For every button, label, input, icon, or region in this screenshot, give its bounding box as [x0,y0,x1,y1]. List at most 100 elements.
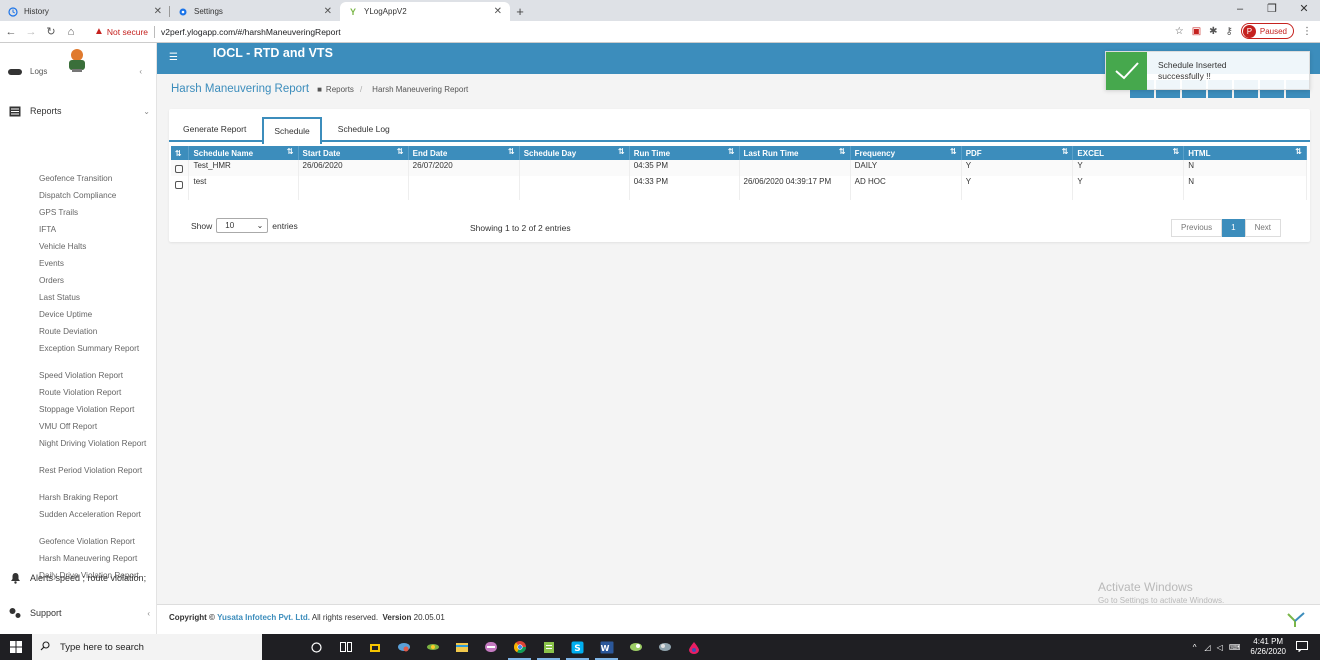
column-header-start-date[interactable]: Start Date ⇅ [298,146,409,160]
column-header-last-run-time[interactable]: Last Run Time ⇅ [739,146,851,160]
profile-button[interactable]: P Paused [1240,23,1294,39]
sidebar-item-night-driving[interactable]: Night Driving Violation Report [39,439,155,466]
sidebar-item-orders[interactable]: Orders [39,276,155,293]
star-icon[interactable]: ☆ [1175,26,1184,37]
sidebar-item-geofence-violation[interactable]: Geofence Violation Report [39,537,155,554]
store-icon[interactable] [360,634,389,660]
taskbar-clock[interactable]: 4:41 PM 6/26/2020 [1250,637,1286,657]
table-row[interactable]: test 04:33 PM 26/06/2020 04:39:17 PM AD … [171,176,1307,200]
url-text[interactable]: v2perf.ylogapp.com/#/harshManeuveringRep… [161,27,341,37]
sort-icon: ⇅ [286,147,294,156]
app-icon-5[interactable] [650,634,679,660]
table-row[interactable]: Test_HMR 26/06/2020 26/07/2020 04:35 PM … [171,160,1307,176]
chevron-down-icon: ⌄ [256,221,264,230]
sidebar-item-harsh-braking[interactable]: Harsh Braking Report [39,493,155,510]
sidebar-item-sudden-acceleration[interactable]: Sudden Acceleration Report [39,510,155,537]
breadcrumb-reports[interactable]: Reports [326,85,354,94]
back-icon[interactable]: ← [2,26,20,38]
sidebar-item-stoppage-violation[interactable]: Stoppage Violation Report [39,405,155,422]
new-tab-button[interactable]: + [510,2,530,21]
checkmark-icon [1106,52,1147,90]
menu-dots-icon[interactable]: ⋮ [1302,26,1312,37]
notepad-icon[interactable] [534,634,563,660]
puzzle-icon[interactable]: ✱ [1209,26,1217,37]
taskbar-search-input[interactable]: Type here to search [32,634,262,660]
cortana-icon[interactable] [302,634,331,660]
sidebar-item-gps-trails[interactable]: GPS Trails [39,208,155,225]
app-icon-1[interactable] [389,634,418,660]
windows-start-icon[interactable] [0,634,32,660]
browser-tab-ylogapp[interactable]: Y YLogAppV2 ✕ [340,2,510,21]
column-header-frequency[interactable]: Frequency ⇅ [850,146,962,160]
restore-icon[interactable]: ❐ [1256,0,1288,21]
close-icon[interactable]: ✕ [324,6,332,17]
app-icon-2[interactable] [418,634,447,660]
page-button-current[interactable]: 1 [1222,219,1245,237]
sidebar-item-rest-period[interactable]: Rest Period Violation Report [39,466,155,493]
skype-icon[interactable]: S [563,634,592,660]
sidebar-item-reports[interactable]: Reports ⌄ [8,105,150,117]
extension-icon[interactable]: ▣ [1192,26,1201,37]
browser-tab-settings[interactable]: Settings ✕ [170,2,340,21]
volume-icon[interactable]: ◁ [1217,643,1223,652]
tab-generate-report[interactable]: Generate Report [173,117,256,141]
next-button[interactable]: Next [1244,219,1282,237]
close-icon[interactable]: ✕ [494,6,502,17]
column-header-pdf[interactable]: PDF ⇅ [961,146,1074,160]
bell-icon [8,572,22,584]
app-icon-3[interactable] [476,634,505,660]
minimize-icon[interactable]: – [1224,0,1256,21]
browser-tab-history[interactable]: History ✕ [0,2,170,21]
row-checkbox[interactable] [175,181,183,189]
sidebar-item-alerts[interactable]: Alerts speed ; route violation; [8,572,150,584]
hamburger-icon[interactable]: ☰ [169,52,178,63]
app-icon-4[interactable] [621,634,650,660]
sidebar-item-speed-violation[interactable]: Speed Violation Report [39,371,155,388]
file-explorer-icon[interactable] [447,634,476,660]
sidebar-item-harsh-maneuvering[interactable]: Harsh Maneuvering Report [39,554,155,571]
sidebar-item-route-violation[interactable]: Route Violation Report [39,388,155,405]
sidebar-item-vmu-off[interactable]: VMU Off Report [39,422,155,439]
url-field[interactable]: ▲ Not secure v2perf.ylogapp.com/#/harshM… [94,25,341,38]
chevron-up-icon[interactable]: ^ [1193,643,1197,652]
sidebar-item-last-status[interactable]: Last Status [39,293,155,310]
home-icon[interactable]: ⌂ [62,26,80,38]
tab-schedule-log[interactable]: Schedule Log [328,117,400,141]
previous-button[interactable]: Previous [1171,219,1223,237]
row-checkbox[interactable] [175,165,183,173]
select-all-header[interactable]: ⇅ [171,146,190,160]
sidebar-item-exception-summary[interactable]: Exception Summary Report [39,344,155,371]
reload-icon[interactable]: ↻ [42,25,60,38]
sidebar-item-device-uptime[interactable]: Device Uptime [39,310,155,327]
sidebar-item-ifta[interactable]: IFTA [39,225,155,242]
network-icon[interactable]: ◿ [1205,643,1211,652]
sidebar-item-route-deviation[interactable]: Route Deviation [39,327,155,344]
column-header-end-date[interactable]: End Date ⇅ [408,146,520,160]
sidebar-item-vehicle-halts[interactable]: Vehicle Halts [39,242,155,259]
close-window-icon[interactable]: ✕ [1288,0,1320,21]
column-header-html[interactable]: HTML ⇅ [1183,146,1307,160]
close-icon[interactable]: ✕ [154,6,162,17]
entries-select[interactable]: 10 ⌄ [216,218,269,233]
tab-schedule[interactable]: Schedule [262,117,322,144]
paint-icon[interactable] [679,634,708,660]
column-header-excel[interactable]: EXCEL ⇅ [1072,146,1185,160]
task-view-icon[interactable] [331,634,360,660]
sidebar-item-geofence-transition[interactable]: Geofence Transition [39,174,155,191]
forward-icon[interactable]: → [22,26,40,38]
sidebar-item-support[interactable]: Support ‹ [8,607,150,619]
keyboard-icon[interactable]: ⌨ [1229,643,1241,652]
not-secure-label[interactable]: Not secure [107,27,148,37]
column-header-schedule-day[interactable]: Schedule Day ⇅ [519,146,630,160]
column-header-run-time[interactable]: Run Time ⇅ [629,146,740,160]
key-icon[interactable]: ⚷ [1226,26,1233,37]
notification-icon[interactable] [1296,640,1308,654]
company-link[interactable]: Yusata Infotech Pvt. Ltd. [217,613,310,622]
column-header-schedule-name[interactable]: Schedule Name ⇅ [188,146,299,160]
chrome-icon[interactable] [505,634,534,660]
word-icon[interactable]: W [592,634,621,660]
success-toast[interactable]: Schedule Inserted successfully !! [1105,51,1310,90]
sidebar-item-dispatch-compliance[interactable]: Dispatch Compliance [39,191,155,208]
sidebar-item-events[interactable]: Events [39,259,155,276]
sidebar-item-logs[interactable]: Logs ‹ [8,67,148,76]
